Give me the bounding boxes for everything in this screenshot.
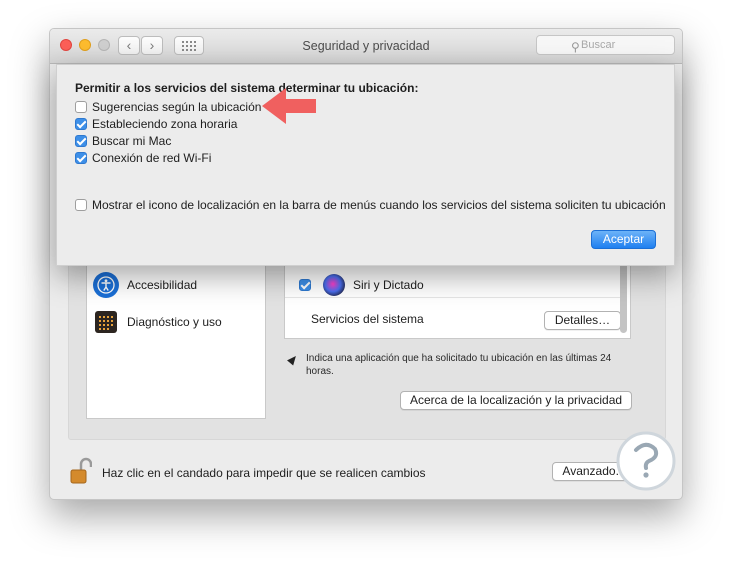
option-find-my-mac[interactable]: Buscar mi Mac [75, 134, 171, 148]
diagnostics-icon [95, 311, 117, 333]
option-label: Mostrar el icono de localización en la b… [92, 198, 666, 212]
list-item-siri[interactable]: Siri y Dictado [285, 272, 621, 298]
unlocked-padlock-icon[interactable] [70, 457, 92, 485]
wifi-networking-checkbox[interactable] [75, 152, 87, 164]
search-icon: ⚲ [571, 40, 580, 54]
location-note: Indica una aplicación que ha solicitado … [306, 353, 612, 377]
siri-checkbox[interactable] [299, 278, 311, 291]
option-time-zone[interactable]: Estableciendo zona horaria [75, 117, 237, 131]
system-services-label: Servicios del sistema [311, 312, 424, 326]
sidebar-item-label: Accesibilidad [127, 278, 198, 292]
find-my-mac-checkbox[interactable] [75, 135, 87, 147]
accessibility-icon [93, 272, 119, 298]
privacy-services-list[interactable]: Accesibilidad Diagnóstico y uso [86, 264, 266, 419]
sidebar-item-accessibility[interactable]: Accesibilidad [93, 271, 197, 299]
option-label: Sugerencias según la ubicación [92, 100, 262, 114]
lock-hint-text: Haz clic en el candado para impedir que … [102, 466, 426, 480]
option-label: Buscar mi Mac [92, 134, 172, 148]
menu-bar-icon-checkbox[interactable] [75, 199, 87, 211]
siri-label: Siri y Dictado [353, 277, 424, 292]
about-location-privacy-button[interactable]: Acerca de la localización y la privacida… [400, 391, 632, 410]
option-label: Estableciendo zona horaria [92, 117, 238, 131]
title-bar: ‹ › Seguridad y privacidad ⚲ Buscar [50, 29, 682, 64]
time-zone-checkbox[interactable] [75, 118, 87, 130]
sheet-title: Permitir a los servicios del sistema det… [75, 81, 419, 95]
accept-button[interactable]: Aceptar [591, 230, 656, 249]
system-services-sheet: Permitir a los servicios del sistema det… [56, 64, 675, 266]
watermark-logo-icon [616, 431, 676, 491]
sidebar-item-label: Diagnóstico y uso [127, 315, 222, 329]
location-suggestions-checkbox[interactable] [75, 101, 87, 113]
red-arrow-annotation-icon [262, 88, 316, 124]
details-button[interactable]: Detalles… [544, 311, 621, 330]
search-placeholder: Buscar [581, 39, 616, 51]
option-wifi-networking[interactable]: Conexión de red Wi-Fi [75, 151, 211, 165]
option-location-suggestions[interactable]: Sugerencias según la ubicación [75, 100, 261, 114]
option-menu-bar-icon[interactable]: Mostrar el icono de localización en la b… [75, 198, 666, 212]
siri-icon [323, 273, 345, 296]
search-field[interactable]: ⚲ Buscar [536, 35, 675, 55]
sidebar-item-diagnostics[interactable]: Diagnóstico y uso [93, 308, 222, 336]
option-label: Conexión de red Wi-Fi [92, 151, 212, 165]
